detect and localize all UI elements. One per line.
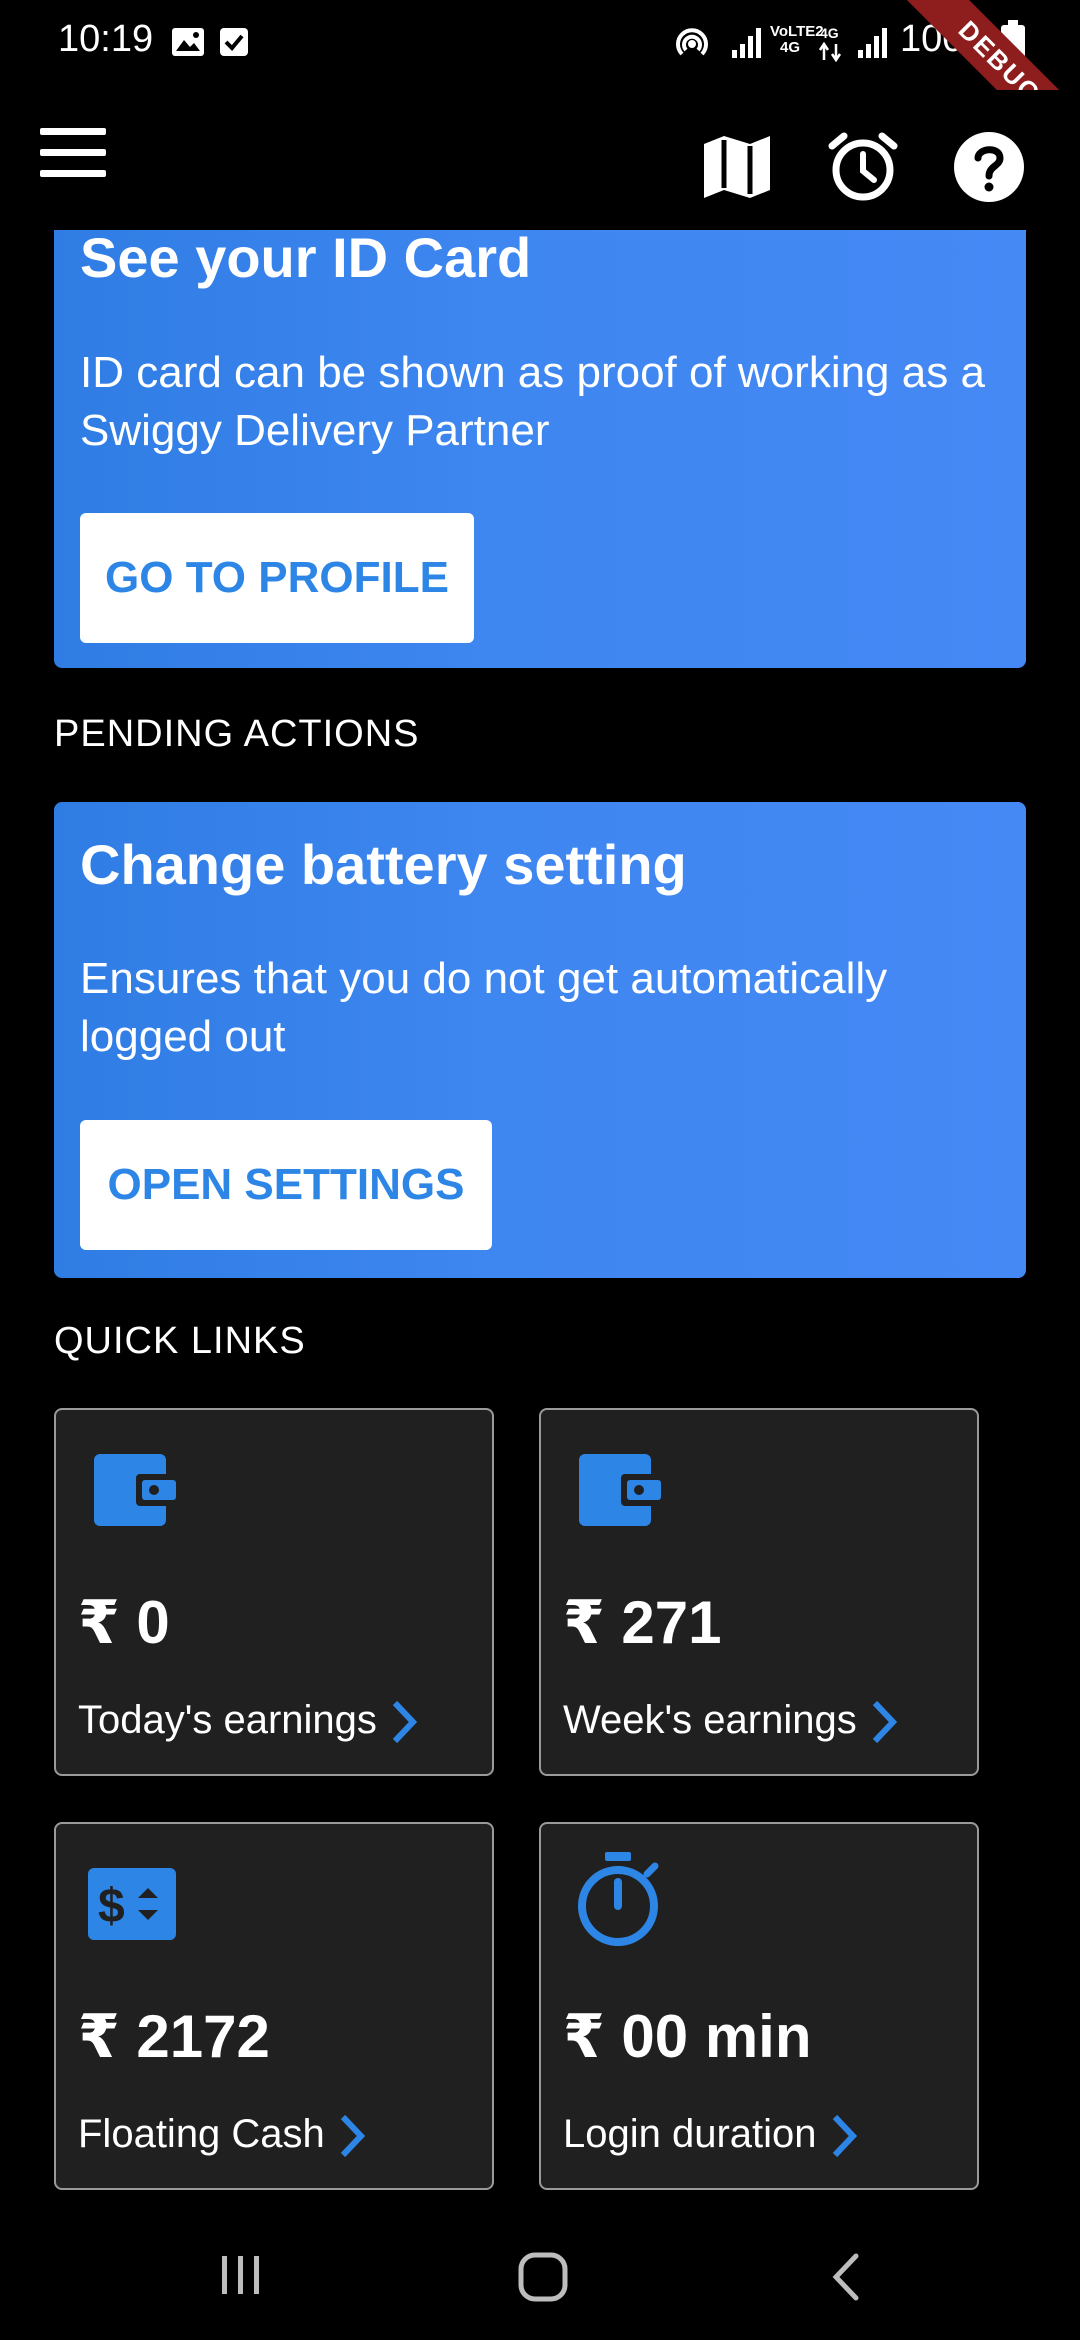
todays-earnings-link[interactable]: Today's earnings [78,1698,419,1745]
login-duration-tile[interactable]: ₹ 00 min Login duration [539,1822,979,2190]
hotspot-icon [676,28,708,56]
weeks-earnings-link[interactable]: Week's earnings [563,1698,899,1745]
pending-actions-label: PENDING ACTIONS [54,713,420,755]
open-settings-button[interactable]: OPEN SETTINGS [80,1120,492,1250]
battery-setting-card: Change battery setting Ensures that you … [54,802,1026,1278]
login-duration-label: Login duration [563,2112,817,2156]
map-icon[interactable] [700,130,774,204]
chevron-right-icon [340,2115,365,2158]
svg-text:$: $ [98,1880,125,1933]
id-card-title: See your ID Card [80,226,532,289]
signal-icon [858,28,887,58]
svg-text:4G: 4G [820,25,839,41]
cash-icon: $ [88,1868,176,1940]
help-icon[interactable] [952,130,1026,204]
id-card-card: See your ID Card ID card can be shown as… [54,230,1026,668]
wallet-icon [579,1454,661,1526]
data-arrows-icon: 4G [818,25,842,62]
signal-icon [732,28,761,58]
menu-icon[interactable] [40,128,106,178]
login-duration-amount: ₹ 00 min [563,2003,812,2070]
alarm-icon[interactable] [826,130,900,204]
checkbox-icon [220,28,248,56]
floating-cash-link[interactable]: Floating Cash [78,2112,367,2159]
todays-earnings-label: Today's earnings [78,1698,377,1742]
system-nav-bar [0,2210,1080,2340]
todays-earnings-amount: ₹ 0 [78,1589,170,1656]
id-card-description: ID card can be shown as proof of working… [80,348,985,455]
stopwatch-icon [578,1852,659,1946]
todays-earnings-tile[interactable]: ₹ 0 Today's earnings [54,1408,494,1776]
recent-apps-icon[interactable] [216,2250,266,2300]
image-icon [172,28,204,56]
status-time: 10:19 [58,18,154,60]
app-bar [0,90,1080,230]
go-to-profile-button[interactable]: GO TO PROFILE [80,513,474,643]
floating-cash-amount: ₹ 2172 [78,2003,270,2070]
login-duration-link[interactable]: Login duration [563,2112,859,2159]
floating-cash-label: Floating Cash [78,2112,325,2156]
home-icon[interactable] [516,2250,570,2304]
back-icon[interactable] [826,2250,866,2304]
network-label: VoLTE2 4G [770,23,824,56]
battery-setting-description: Ensures that you do not get automaticall… [80,954,888,1061]
battery-setting-title: Change battery setting [80,833,687,896]
wallet-icon [94,1454,176,1526]
floating-cash-tile[interactable]: $ ₹ 2172 Floating Cash [54,1822,494,2190]
weeks-earnings-label: Week's earnings [563,1698,857,1742]
quick-links-label: QUICK LINKS [54,1320,306,1362]
status-bar: 10:19 VoLTE2 4G 4G 100% DEBUG [0,0,1080,184]
chevron-right-icon [832,2115,857,2158]
weeks-earnings-amount: ₹ 271 [563,1589,722,1656]
chevron-right-icon [872,1701,897,1744]
chevron-right-icon [392,1701,418,1744]
weeks-earnings-tile[interactable]: ₹ 271 Week's earnings [539,1408,979,1776]
